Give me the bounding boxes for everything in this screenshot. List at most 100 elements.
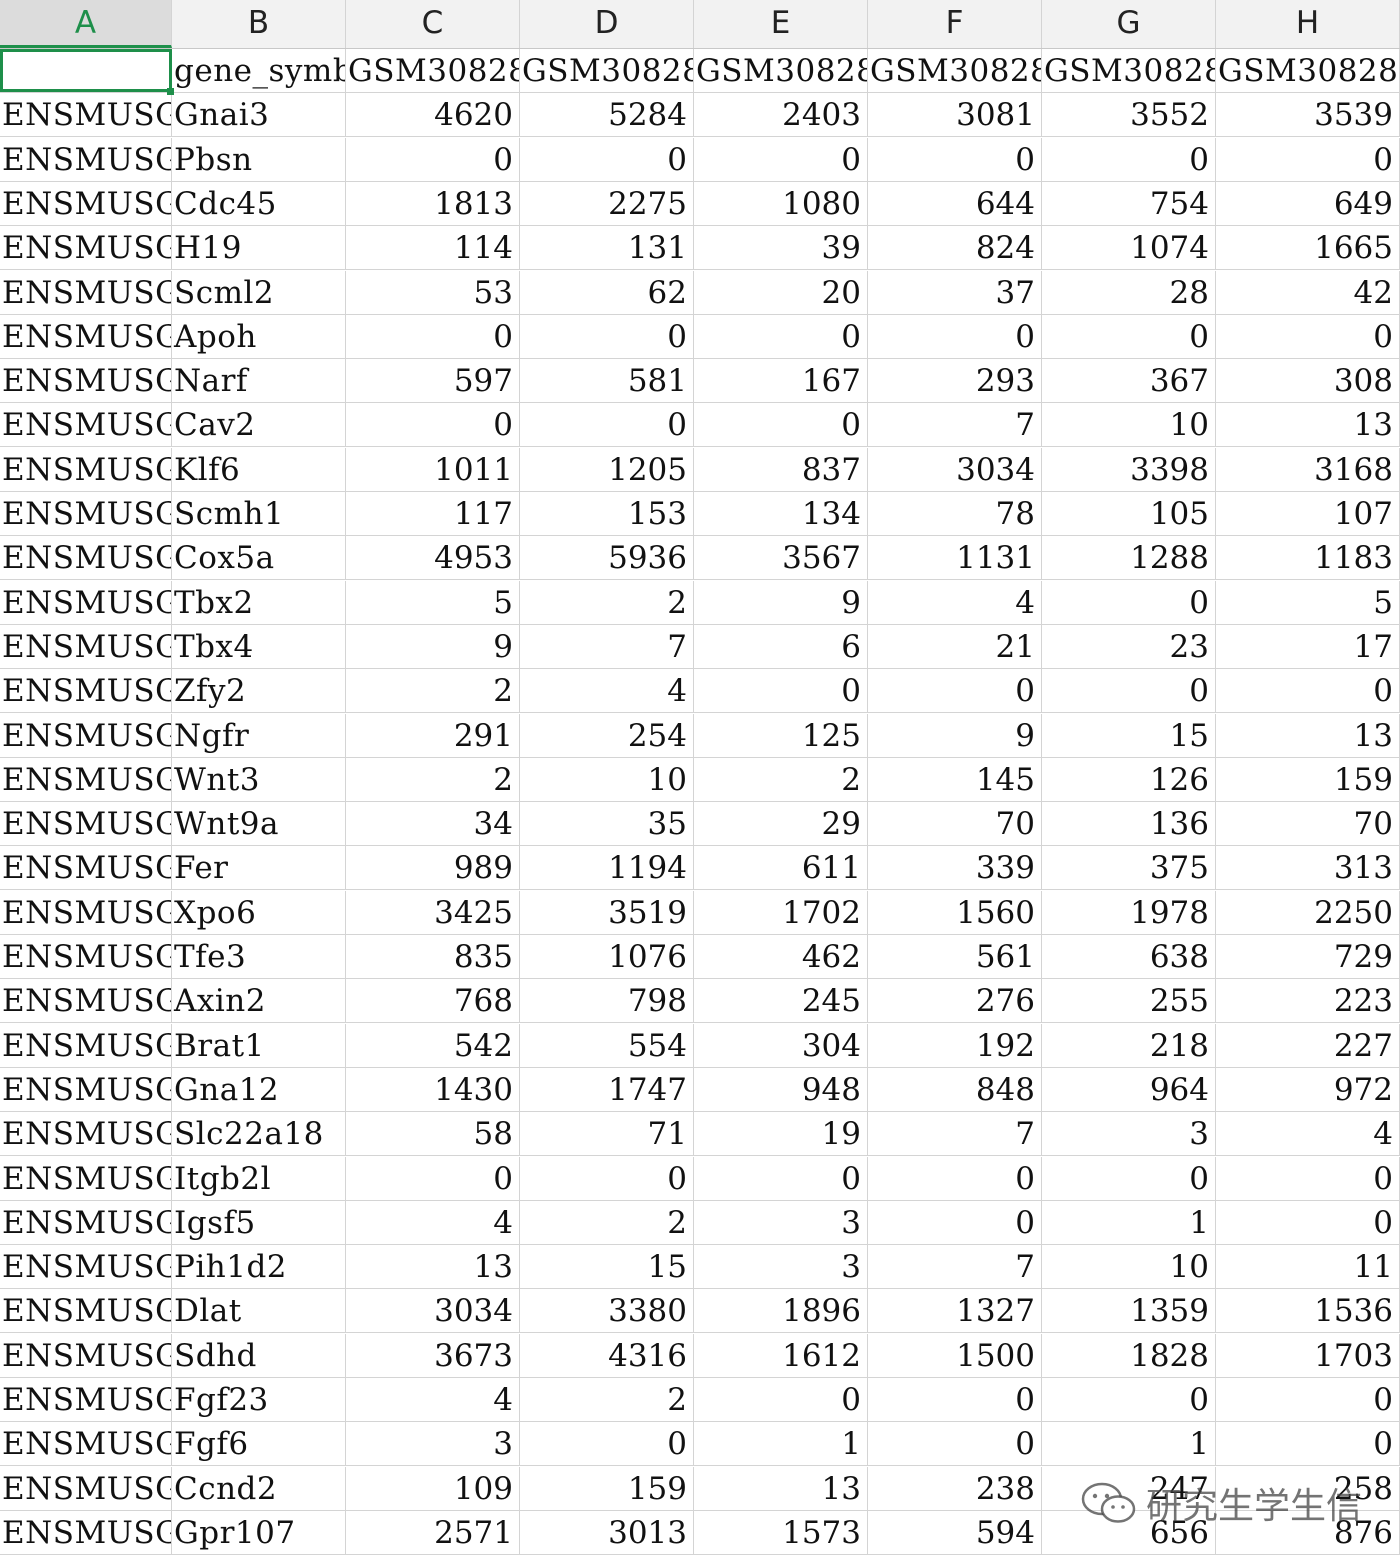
table-cell[interactable]: 0 [346, 137, 520, 181]
table-cell[interactable]: 611 [694, 846, 868, 890]
table-cell[interactable]: 0 [346, 403, 520, 447]
table-cell[interactable]: ENSMUSG00000000125 [0, 757, 172, 801]
table-cell[interactable]: 254 [520, 713, 694, 757]
table-cell[interactable]: 5284 [520, 93, 694, 137]
table-cell[interactable]: 34 [346, 802, 520, 846]
table-cell[interactable]: 1500 [868, 1333, 1042, 1377]
table-cell[interactable]: ENSMUSG00000000126 [0, 802, 172, 846]
table-cell[interactable]: ENSMUSG00000000148 [0, 1023, 172, 1067]
table-cell[interactable]: 339 [868, 846, 1042, 890]
table-cell[interactable]: 837 [694, 447, 868, 491]
table-cell[interactable]: 0 [694, 669, 868, 713]
table-cell[interactable]: 542 [346, 1023, 520, 1067]
fill-handle[interactable] [167, 88, 174, 96]
column-header-g[interactable]: G [1042, 0, 1216, 48]
table-cell[interactable]: ENSMUSG00000000037 [0, 270, 172, 314]
table-cell[interactable]: 42 [1216, 270, 1400, 314]
table-cell[interactable]: 0 [346, 314, 520, 358]
table-cell[interactable]: 3398 [1042, 447, 1216, 491]
table-cell[interactable]: 1702 [694, 890, 868, 934]
table-cell[interactable]: 0 [694, 1156, 868, 1200]
table-cell[interactable]: 192 [868, 1023, 1042, 1067]
table-cell[interactable]: ENSMUSG00000000058 [0, 403, 172, 447]
table-cell[interactable]: 7 [520, 624, 694, 668]
table-cell[interactable]: 28 [1042, 270, 1216, 314]
table-cell[interactable]: Pbsn [172, 137, 346, 181]
table-cell[interactable]: 21 [868, 624, 1042, 668]
table-cell[interactable]: 554 [520, 1023, 694, 1067]
table-cell[interactable]: Gna12 [172, 1067, 346, 1111]
table-cell[interactable]: 1183 [1216, 536, 1400, 580]
table-cell[interactable]: 136 [1042, 802, 1216, 846]
table-cell[interactable]: 53 [346, 270, 520, 314]
table-cell[interactable]: ENSMUSG00000000183 [0, 1422, 172, 1466]
table-cell[interactable]: 11 [1216, 1245, 1400, 1289]
table-cell[interactable]: Tbx2 [172, 580, 346, 624]
table-cell[interactable]: 4953 [346, 536, 520, 580]
table-cell[interactable]: 0 [1042, 669, 1216, 713]
table-cell[interactable]: 0 [1216, 1422, 1400, 1466]
table-cell[interactable]: ENSMUSG00000000003 [0, 137, 172, 181]
table-cell[interactable]: 3 [694, 1200, 868, 1244]
column-header-b[interactable]: B [172, 0, 346, 48]
table-cell[interactable]: Narf [172, 359, 346, 403]
table-cell[interactable]: 3673 [346, 1333, 520, 1377]
table-cell[interactable]: 1205 [520, 447, 694, 491]
column-header-d[interactable]: D [520, 0, 694, 48]
table-cell[interactable]: Tfe3 [172, 935, 346, 978]
table-cell[interactable]: 824 [868, 226, 1042, 270]
table-cell[interactable]: 308 [1216, 359, 1400, 403]
table-cell[interactable]: 19 [694, 1112, 868, 1156]
table-cell[interactable]: 1194 [520, 846, 694, 890]
table-cell[interactable]: Wnt9a [172, 802, 346, 846]
table-cell[interactable]: 798 [520, 979, 694, 1023]
table-cell[interactable]: Ccnd2 [172, 1466, 346, 1510]
table-cell[interactable]: Pih1d2 [172, 1245, 346, 1289]
table-cell[interactable]: 1076 [520, 935, 694, 978]
table-cell[interactable]: 1813 [346, 181, 520, 225]
table-cell[interactable]: 17 [1216, 624, 1400, 668]
spreadsheet[interactable]: ABCDEFGH gene_symbolGSM3082871GSM3082872… [0, 0, 1400, 1564]
table-cell[interactable]: 0 [1216, 1378, 1400, 1421]
table-cell[interactable]: ENSMUSG00000000049 [0, 314, 172, 358]
table-cell[interactable]: 131 [520, 226, 694, 270]
table-cell[interactable]: 159 [1216, 757, 1400, 801]
table-cell[interactable]: 1665 [1216, 226, 1400, 270]
table-cell[interactable]: 3034 [868, 447, 1042, 491]
table-cell[interactable]: ENSMUSG00000000134 [0, 935, 172, 978]
table-cell[interactable]: 126 [1042, 757, 1216, 801]
table-cell[interactable]: Zfy2 [172, 669, 346, 713]
table-cell[interactable]: Cav2 [172, 403, 346, 447]
table-cell[interactable]: 238 [868, 1466, 1042, 1510]
table-cell[interactable]: ENSMUSG00000000193 [0, 1510, 172, 1554]
table-cell[interactable]: 62 [520, 270, 694, 314]
table-cell[interactable]: Ngfr [172, 713, 346, 757]
column-header-c[interactable]: C [346, 0, 520, 48]
table-cell[interactable]: 768 [346, 979, 520, 1023]
table-cell[interactable]: 2275 [520, 181, 694, 225]
table-cell[interactable]: ENSMUSG00000000088 [0, 536, 172, 580]
table-cell[interactable]: 638 [1042, 935, 1216, 978]
table-cell[interactable]: 15 [1042, 713, 1216, 757]
table-cell[interactable]: 0 [1042, 1378, 1216, 1421]
table-cell[interactable]: 35 [520, 802, 694, 846]
header-cell[interactable]: gene_symbol [172, 49, 346, 92]
table-cell[interactable]: 581 [520, 359, 694, 403]
table-cell[interactable]: 649 [1216, 181, 1400, 225]
table-cell[interactable]: 2571 [346, 1510, 520, 1554]
table-cell[interactable]: 58 [346, 1112, 520, 1156]
header-cell[interactable]: GSM3082871 [346, 49, 520, 92]
table-cell[interactable]: 1011 [346, 447, 520, 491]
table-cell[interactable]: 0 [520, 403, 694, 447]
column-header-h[interactable]: H [1216, 0, 1400, 48]
table-cell[interactable]: 972 [1216, 1067, 1400, 1111]
table-cell[interactable]: 4 [520, 669, 694, 713]
table-cell[interactable]: 3539 [1216, 93, 1400, 137]
table-cell[interactable]: 13 [1216, 713, 1400, 757]
table-cell[interactable]: 13 [694, 1466, 868, 1510]
table-cell[interactable]: 0 [1042, 137, 1216, 181]
table-cell[interactable]: 0 [868, 1422, 1042, 1466]
table-cell[interactable]: 0 [1216, 1156, 1400, 1200]
table-cell[interactable]: 0 [520, 1422, 694, 1466]
table-cell[interactable]: 167 [694, 359, 868, 403]
